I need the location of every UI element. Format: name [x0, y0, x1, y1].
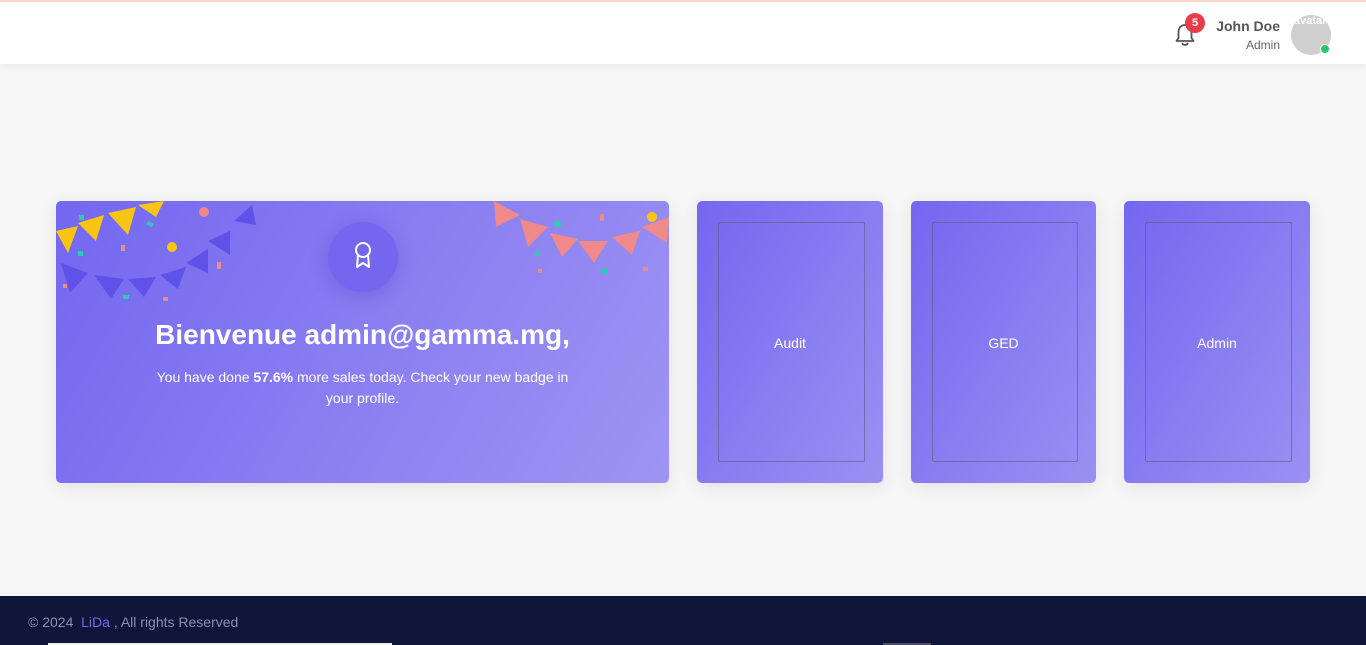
tile-label-audit: Audit	[774, 335, 806, 351]
award-badge	[328, 222, 398, 292]
welcome-message: You have done 57.6% more sales today. Ch…	[156, 369, 569, 406]
online-status-dot	[1320, 44, 1330, 54]
tile-ged[interactable]: GED	[911, 201, 1096, 483]
user-role: Admin	[1245, 38, 1280, 52]
tile-label-ged: GED	[988, 335, 1019, 351]
award-icon	[351, 240, 375, 275]
brand-link[interactable]: LiDa	[81, 614, 110, 630]
avatar-alt-text: avatar	[1294, 15, 1327, 27]
tile-admin[interactable]: Admin	[1124, 201, 1310, 483]
copyright-text: © 2024 LiDa , All rights Reserved	[28, 614, 239, 630]
sales-percentage: 57.6%	[253, 369, 294, 385]
top-navbar: 5 John Doe Admin avatar	[0, 2, 1366, 64]
footer: © 2024 LiDa , All rights Reserved	[0, 596, 1366, 645]
welcome-title: Bienvenue admin@gamma.mg,	[155, 319, 570, 350]
tile-audit[interactable]: Audit	[697, 201, 883, 483]
notification-count-badge: 5	[1185, 13, 1205, 33]
welcome-card: Bienvenue admin@gamma.mg, You have done …	[56, 201, 669, 483]
user-name[interactable]: John Doe	[1216, 18, 1280, 34]
tile-label-admin: Admin	[1197, 335, 1237, 351]
